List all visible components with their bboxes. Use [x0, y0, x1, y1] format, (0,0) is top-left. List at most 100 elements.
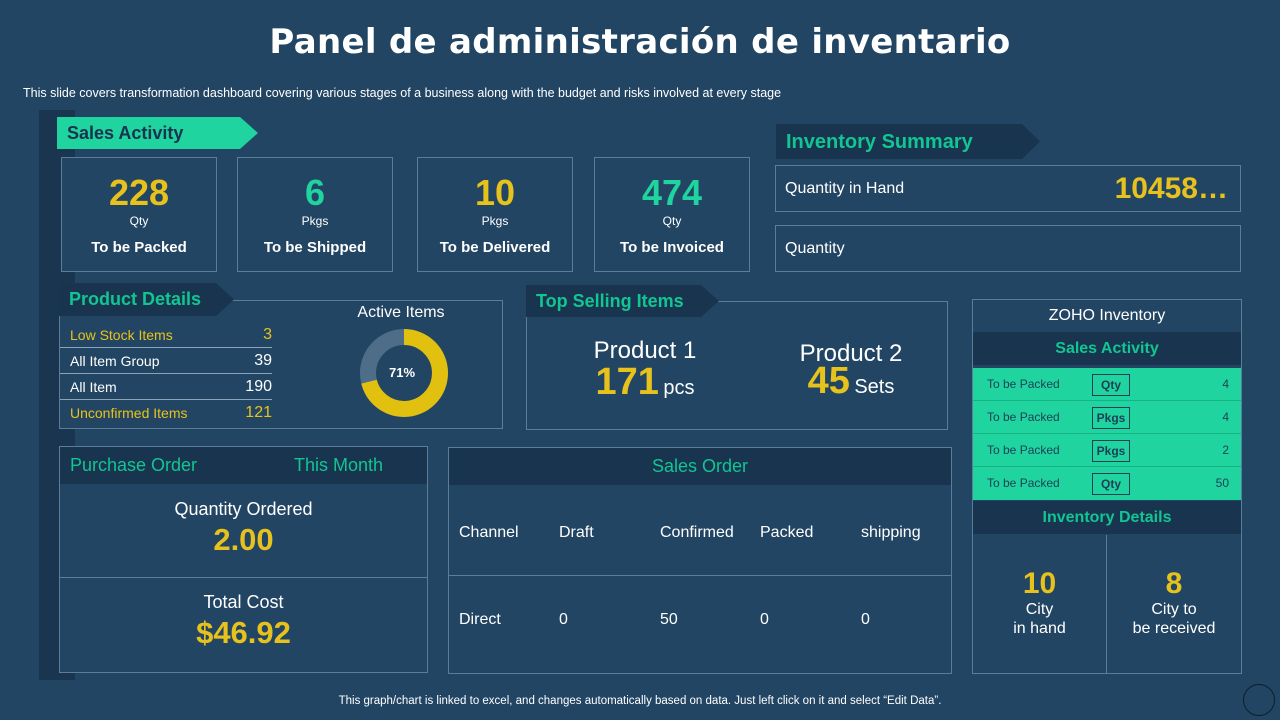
product-value: 45 [807, 360, 850, 402]
page-subtitle: This slide covers transformation dashboa… [23, 86, 782, 100]
quantity-ordered-value: 2.00 [213, 522, 274, 557]
list-item-label: All Item Group [70, 353, 160, 369]
product-1: Product 1 171 pcs [560, 337, 730, 404]
column-header-confirmed: Confirmed [660, 524, 734, 541]
zoho-row: To be Packed Qty 4 [973, 368, 1241, 401]
purchase-order-period: This Month [294, 455, 384, 475]
divider [449, 575, 951, 576]
detail-label-line2: in hand [1013, 620, 1066, 637]
inventory-details-heading: Inventory Details [973, 501, 1241, 534]
active-items-title: Active Items [357, 304, 445, 321]
detail-value: 10 [1022, 567, 1057, 600]
table-cell-channel: Direct [459, 611, 501, 628]
zoho-row-count: 4 [1222, 410, 1229, 424]
zoho-row-badge: Qty [1092, 473, 1130, 495]
product-details-list: Low Stock Items 3 All Item Group 39 All … [60, 322, 272, 428]
kpi-unit: Qty [129, 214, 149, 228]
top-selling-heading: Top Selling Items [526, 285, 719, 317]
table-cell-confirmed: 50 [660, 611, 678, 628]
kpi-label: To be Packed [91, 239, 187, 256]
page-title: Panel de administración de inventario [269, 22, 1011, 62]
kpi-unit: Qty [662, 214, 682, 228]
inventory-row-qty-in-hand: Quantity in Hand 10458… [775, 165, 1241, 212]
kpi-card-shipped: 6 Pkgs To be Shipped [237, 157, 393, 272]
detail-label-line1: City to [1151, 601, 1197, 618]
product-2: Product 2 45 Sets [766, 340, 936, 403]
purchase-order-panel: Purchase Order This Month Quantity Order… [59, 446, 428, 673]
purchase-order-header: Purchase Order This Month [60, 447, 427, 484]
zoho-row: To be Packed Qty 50 [973, 467, 1241, 500]
zoho-row-label: To be Packed [987, 476, 1060, 490]
zoho-row-badge: Qty [1092, 374, 1130, 396]
zoho-panel: ZOHO Inventory Sales Activity To be Pack… [972, 299, 1242, 674]
product-details-heading: Product Details [59, 283, 234, 316]
list-item-value: 190 [245, 378, 272, 395]
list-item-label: Low Stock Items [70, 327, 173, 343]
product-unit: Sets [854, 376, 895, 398]
zoho-row-label: To be Packed [987, 443, 1060, 457]
active-items-donut: 71% [360, 329, 448, 417]
donut-label: 71% [389, 365, 415, 380]
product-unit: pcs [663, 377, 695, 399]
kpi-value: 474 [641, 172, 703, 213]
zoho-row: To be Packed Pkgs 4 [973, 401, 1241, 434]
zoho-row-count: 50 [1215, 476, 1229, 490]
inventory-summary-heading: Inventory Summary [776, 124, 1040, 159]
inventory-detail-city-in-hand: 10 City in hand [973, 568, 1106, 638]
inventory-row-value: 10458… [1114, 172, 1228, 205]
product-value: 171 [595, 361, 659, 403]
kpi-label: To be Delivered [439, 239, 551, 256]
total-cost-label: Total Cost [203, 592, 284, 612]
zoho-sales-list: To be Packed Qty 4 To be Packed Pkgs 4 T… [973, 368, 1241, 501]
column-header-draft: Draft [559, 524, 594, 541]
list-item-value: 39 [254, 352, 272, 369]
zoho-row-label: To be Packed [987, 377, 1060, 391]
zoho-title: ZOHO Inventory [1048, 307, 1166, 324]
zoho-row-badge: Pkgs [1092, 440, 1130, 462]
table-cell-shipping: 0 [861, 611, 870, 628]
purchase-order-heading: Purchase Order [70, 455, 198, 475]
sales-order-panel: Sales Order Channel Draft Confirmed Pack… [448, 447, 952, 674]
kpi-label: To be Invoiced [620, 239, 724, 256]
sales-activity-heading: Sales Activity [57, 117, 258, 149]
table-cell-draft: 0 [559, 611, 568, 628]
list-item: All Item Group 39 [60, 348, 272, 374]
detail-value: 8 [1165, 567, 1183, 600]
total-cost: Total Cost $46.92 [60, 592, 427, 651]
zoho-row-count: 4 [1222, 377, 1229, 391]
inventory-row-label: Quantity in Hand [785, 180, 905, 197]
table-cell-packed: 0 [760, 611, 769, 628]
kpi-label: To be Shipped [263, 239, 367, 256]
list-item: All Item 190 [60, 374, 272, 400]
footer-note: This graph/chart is linked to excel, and… [338, 695, 942, 707]
quantity-ordered: Quantity Ordered 2.00 [60, 499, 427, 558]
list-item: Unconfirmed Items 121 [60, 400, 272, 426]
zoho-row: To be Packed Pkgs 2 [973, 434, 1241, 467]
divider [60, 577, 427, 578]
kpi-unit: Pkgs [481, 214, 509, 228]
sales-order-heading: Sales Order [449, 448, 951, 485]
zoho-row-badge: Pkgs [1092, 407, 1130, 429]
kpi-card-delivered: 10 Pkgs To be Delivered [417, 157, 573, 272]
slide-nav-circle[interactable] [1243, 684, 1275, 716]
column-header-shipping: shipping [861, 524, 921, 541]
zoho-row-label: To be Packed [987, 410, 1060, 424]
detail-label-line1: City [1025, 601, 1054, 618]
column-header-channel: Channel [459, 524, 519, 541]
inventory-detail-city-to-receive: 8 City to be received [1107, 568, 1241, 638]
zoho-sales-heading: Sales Activity [973, 332, 1241, 365]
inventory-row-label: Quantity [785, 240, 845, 257]
kpi-card-invoiced: 474 Qty To be Invoiced [594, 157, 750, 272]
kpi-unit: Pkgs [301, 214, 329, 228]
detail-label-line2: be received [1132, 620, 1216, 637]
kpi-value: 10 [474, 172, 516, 213]
zoho-row-count: 2 [1222, 443, 1229, 457]
total-cost-value: $46.92 [196, 615, 291, 650]
list-item: Low Stock Items 3 [60, 322, 272, 348]
column-header-packed: Packed [760, 524, 814, 541]
kpi-value: 6 [304, 172, 326, 213]
inventory-row-quantity: Quantity [775, 225, 1241, 272]
quantity-ordered-label: Quantity Ordered [174, 499, 313, 519]
kpi-value: 228 [108, 172, 170, 213]
list-item-value: 121 [245, 404, 272, 421]
